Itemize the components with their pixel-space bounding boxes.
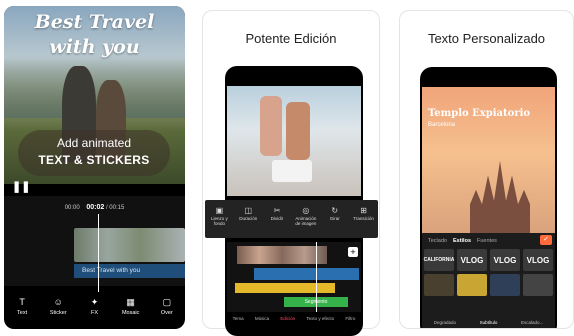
- video-clip[interactable]: [237, 246, 327, 264]
- style-tile[interactable]: [523, 274, 553, 296]
- transition-icon: ⊞: [360, 206, 367, 215]
- canvas-icon: ▣: [215, 206, 224, 215]
- person-figure: [286, 102, 310, 160]
- nav-escalado[interactable]: Escalado...: [521, 317, 543, 328]
- person-figure: [260, 96, 282, 156]
- card2-content: ▣ Lienzo y fondo ◫ Duración ✂ Dividir ◎ Anim…: [202, 10, 380, 336]
- sneakers: [272, 160, 312, 182]
- nav-texto[interactable]: Texto y efecto: [306, 312, 334, 326]
- nav-tema[interactable]: Tema: [233, 312, 244, 326]
- promo-line-2: TEXT & STICKERS: [38, 153, 150, 167]
- overlay-icon: ▢: [162, 297, 172, 307]
- card-caption: Texto Personalizado: [427, 31, 546, 46]
- tab-fuentes[interactable]: Fuentes: [477, 236, 497, 246]
- menu-duration[interactable]: ◫ Duración: [236, 204, 260, 238]
- overlay-title: Templo Expiatorio: [428, 108, 531, 119]
- style-tile[interactable]: VLOG: [457, 249, 487, 271]
- text-clip[interactable]: Best Travel with you: [74, 264, 185, 278]
- nav-filtro[interactable]: Filtro: [345, 312, 355, 326]
- bottom-nav: Tema Música Edición Texto y efecto Filtr…: [227, 312, 361, 326]
- audio-track[interactable]: [254, 268, 359, 280]
- rotate-icon: ↻: [331, 206, 339, 215]
- style-tile[interactable]: [424, 274, 454, 296]
- mosaic-icon: ▦: [126, 297, 135, 307]
- playhead[interactable]: [316, 242, 317, 312]
- tool-mosaic[interactable]: ▦ Mosaic: [118, 296, 144, 329]
- nav-edicion[interactable]: Edición: [280, 312, 295, 326]
- nav-subtitulo[interactable]: Subtítulo: [480, 317, 498, 328]
- style-tile[interactable]: [457, 274, 487, 296]
- style-tile[interactable]: [490, 274, 520, 296]
- duration-icon: ◫: [244, 206, 253, 215]
- timecode: 00:00 00:02 / 00:15: [64, 204, 125, 211]
- playhead[interactable]: [98, 214, 99, 292]
- tab-estilos[interactable]: Estilos: [453, 236, 471, 246]
- tab-teclado[interactable]: Teclado: [428, 236, 447, 246]
- tool-text[interactable]: T Text: [9, 296, 35, 329]
- text-track[interactable]: [235, 283, 335, 293]
- bottom-nav: Degradado Subtítulo Escalado...: [422, 317, 555, 328]
- menu-canvas[interactable]: ▣ Lienzo y fondo: [207, 204, 231, 238]
- add-clip-icon[interactable]: +: [348, 247, 358, 257]
- nav-musica[interactable]: Música: [255, 312, 269, 326]
- style-tile[interactable]: CALIFORNIA: [424, 249, 454, 271]
- tool-bar: T Text ☺ Sticker ✦ FX ▦ Mosaic ▢ Over: [4, 296, 185, 329]
- menu-rotate[interactable]: ↻ Girar: [323, 204, 347, 238]
- promo-bubble: Add animated TEXT & STICKERS: [18, 130, 170, 176]
- menu-animation[interactable]: ◎ Animación de imagen: [294, 204, 318, 238]
- text-icon: T: [19, 297, 25, 307]
- edit-menu: ▣ Lienzo y fondo ◫ Duración ✂ Dividir ◎ Anim…: [205, 200, 378, 238]
- menu-transition[interactable]: ⊞ Transición: [352, 204, 376, 238]
- style-grid: CALIFORNIA VLOG VLOG VLOG: [424, 249, 553, 296]
- video-clip[interactable]: [74, 228, 185, 262]
- card-add-text-stickers: Best Travel with you Add animated TEXT &…: [4, 6, 185, 329]
- card-custom-text: Texto Personalizado Templo Expiatorio Ba…: [399, 10, 574, 329]
- overlay-subtitle: Barcelona: [428, 122, 456, 128]
- nav-degradado[interactable]: Degradado: [434, 317, 456, 328]
- fx-icon: ✦: [90, 297, 99, 307]
- style-tile[interactable]: VLOG: [523, 249, 553, 271]
- promo-line-1: Add animated: [56, 136, 132, 150]
- pause-icon[interactable]: ❚❚: [12, 180, 30, 193]
- tool-sticker[interactable]: ☺ Sticker: [45, 296, 71, 329]
- style-tile[interactable]: VLOG: [490, 249, 520, 271]
- menu-split[interactable]: ✂ Dividir: [265, 204, 289, 238]
- confirm-check-icon[interactable]: ✓: [540, 235, 552, 245]
- scissors-icon: ✂: [273, 206, 281, 215]
- overlay-title: Best Travel with you: [34, 11, 155, 58]
- sticker-icon: ☺: [53, 297, 63, 307]
- tool-fx[interactable]: ✦ FX: [81, 296, 107, 329]
- animation-icon: ◎: [302, 206, 310, 215]
- style-tabs: Teclado Estilos Fuentes: [428, 236, 497, 246]
- tool-overlay[interactable]: ▢ Over: [154, 296, 180, 329]
